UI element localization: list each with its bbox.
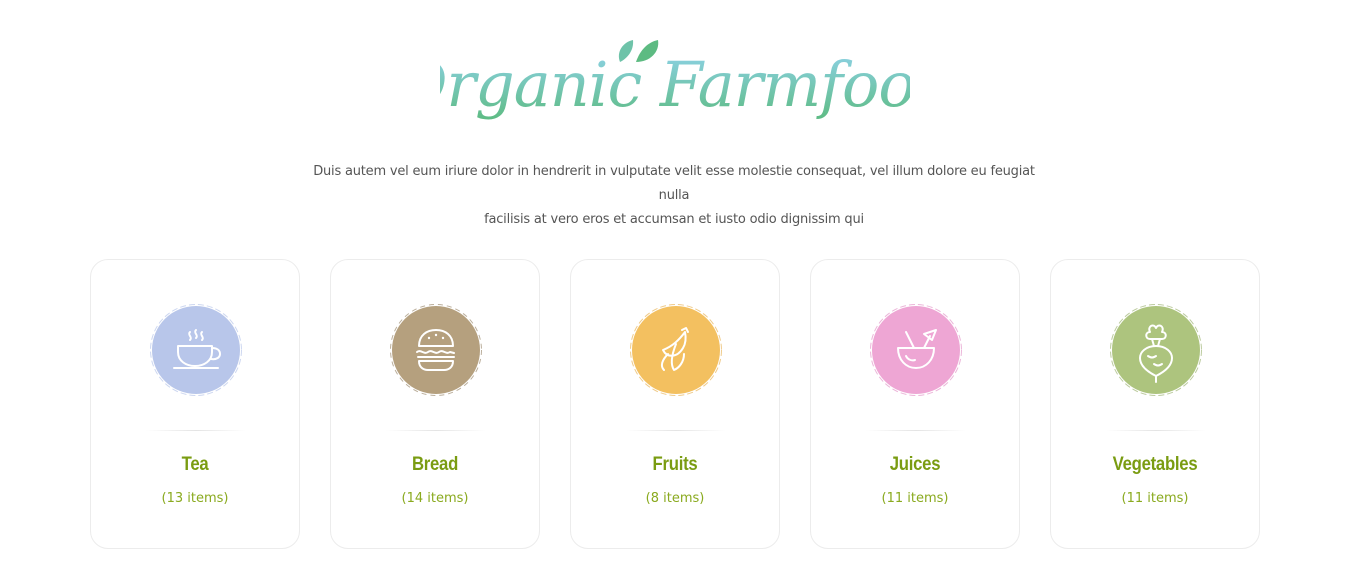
category-count: (8 items): [645, 491, 705, 506]
card-divider: [146, 430, 246, 431]
logo-graphic: Organic Farmfood: [440, 40, 910, 121]
category-count: (11 items): [881, 491, 949, 506]
burger-icon: [390, 304, 482, 396]
category-count: (14 items): [401, 491, 469, 506]
tea-badge: [148, 302, 244, 398]
category-title[interactable]: Juices: [823, 454, 1006, 476]
category-title[interactable]: Tea: [103, 454, 286, 476]
category-title[interactable]: Vegetables: [1063, 454, 1246, 476]
beet-icon: [1110, 304, 1202, 396]
category-card-bread[interactable]: Bread (14 items): [330, 259, 540, 549]
category-list: Tea (13 items) Bread (14 items) Fruits (…: [90, 259, 1260, 549]
category-title[interactable]: Bread: [343, 454, 526, 476]
card-divider: [626, 430, 726, 431]
intro-line-1: Duis autem vel eum iriure dolor in hendr…: [313, 164, 1035, 203]
vegetables-badge: [1108, 302, 1204, 398]
tea-cup-icon: [150, 304, 242, 396]
card-divider: [866, 430, 966, 431]
card-divider: [386, 430, 486, 431]
category-card-vegetables[interactable]: Vegetables (11 items): [1050, 259, 1260, 549]
juices-badge: [868, 302, 964, 398]
bread-badge: [388, 302, 484, 398]
coconut-drink-icon: [870, 304, 962, 396]
brand-logo: Organic Farmfood: [440, 28, 910, 153]
banana-icon: [630, 304, 722, 396]
intro-text: Duis autem vel eum iriure dolor in hendr…: [300, 160, 1048, 232]
intro-line-2: facilisis at vero eros et accumsan et iu…: [484, 212, 864, 227]
fruits-badge: [628, 302, 724, 398]
category-card-tea[interactable]: Tea (13 items): [90, 259, 300, 549]
category-count: (11 items): [1121, 491, 1189, 506]
logo-wordmark: Organic Farmfood: [440, 48, 910, 121]
category-card-fruits[interactable]: Fruits (8 items): [570, 259, 780, 549]
category-card-juices[interactable]: Juices (11 items): [810, 259, 1020, 549]
card-divider: [1106, 430, 1206, 431]
category-title[interactable]: Fruits: [583, 454, 766, 476]
category-count: (13 items): [161, 491, 229, 506]
